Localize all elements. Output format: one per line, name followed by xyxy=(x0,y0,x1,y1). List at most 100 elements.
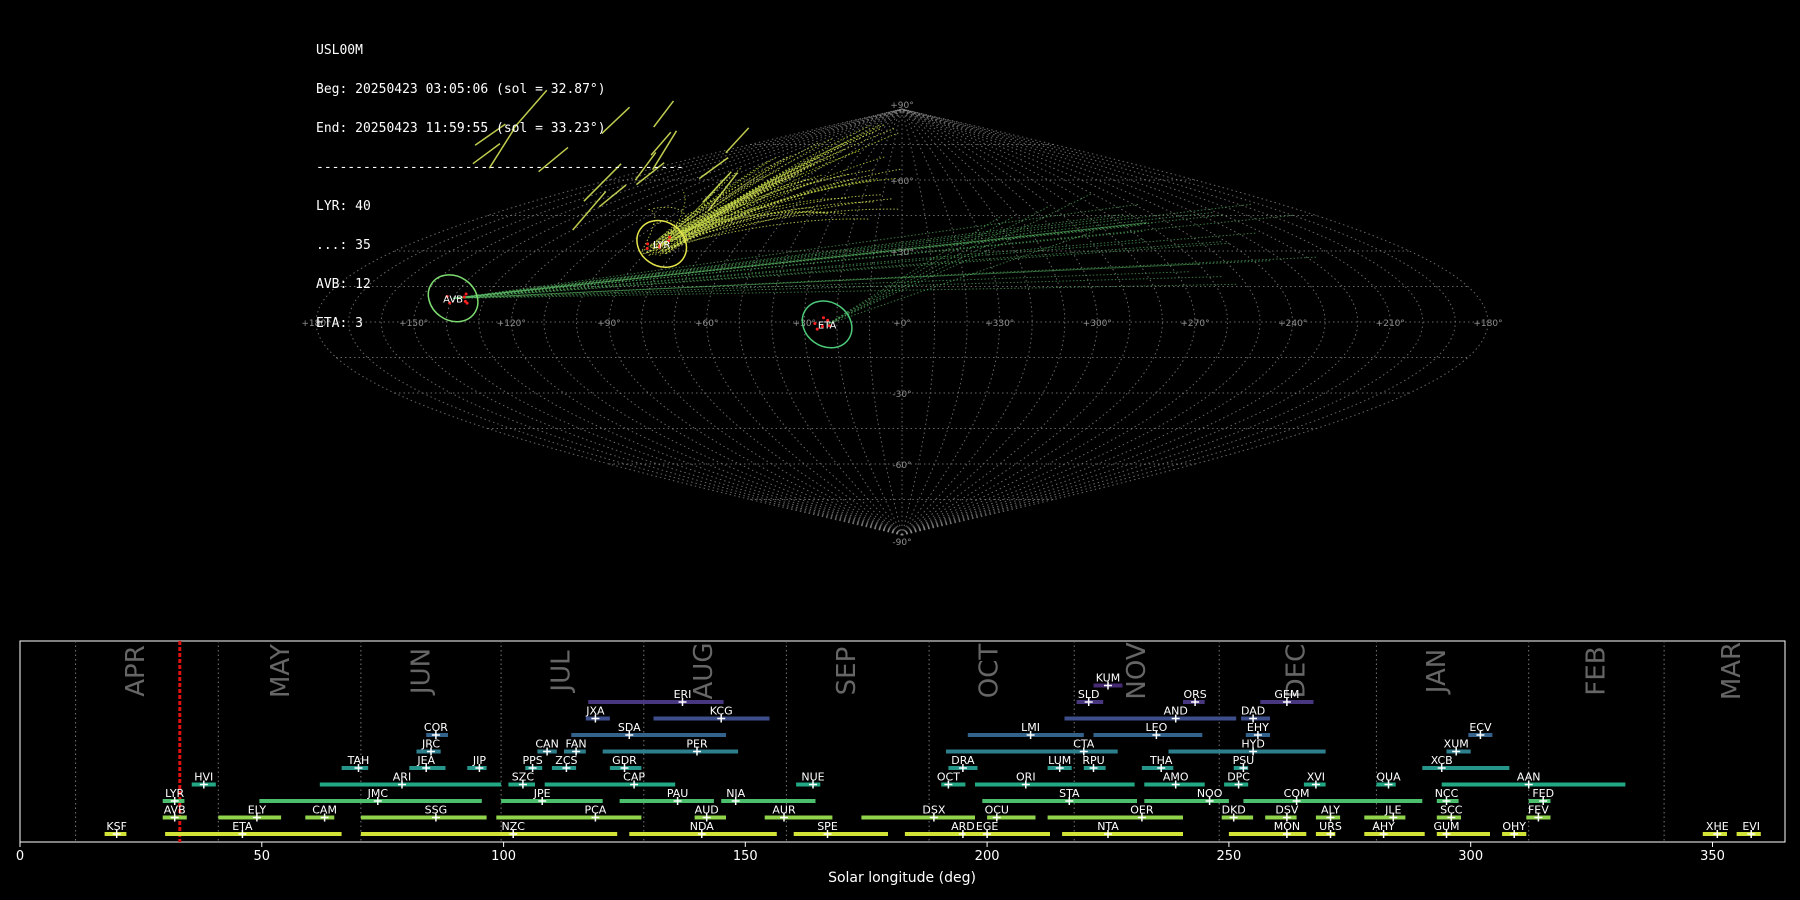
shower-kcg: KCG xyxy=(653,705,770,723)
shower-hyd: HYD xyxy=(1168,738,1326,756)
shower-lmi: LMI xyxy=(967,721,1084,739)
shower-label: DRA xyxy=(951,754,975,767)
shower-label: ETA xyxy=(232,820,253,833)
shower-label: URS xyxy=(1319,820,1342,833)
shower-label: NZC xyxy=(501,820,525,833)
shower-dsv: DSV xyxy=(1265,804,1299,822)
shower-ncc: NCC xyxy=(1435,787,1459,805)
x-axis: 0 50 100 150 200 250 300 350 xyxy=(16,842,1725,864)
shower-sda: SDA xyxy=(571,721,726,739)
x-tick-label: 300 xyxy=(1458,849,1483,864)
shower-label: OCU xyxy=(985,804,1009,817)
month-label: MAR xyxy=(1717,642,1747,700)
shower-pca: PCA xyxy=(496,804,642,822)
shower-hvi: HVI xyxy=(191,771,216,789)
shower-label: ELY xyxy=(248,804,267,817)
shower-kum: KUM xyxy=(1093,672,1123,690)
shower-pps: PPS xyxy=(522,754,543,772)
shower-evi: EVI xyxy=(1736,820,1761,838)
month-label: AUG xyxy=(689,643,719,700)
shower-xum: XUM xyxy=(1444,738,1471,756)
month-label: APR xyxy=(121,645,151,697)
shower-label: NCC xyxy=(1435,787,1459,800)
shower-avb: AVB xyxy=(162,804,187,822)
shower-jmc: JMC xyxy=(259,787,482,805)
shower-label: AHY xyxy=(1372,820,1395,833)
shower-szc: SZC xyxy=(508,771,535,789)
shower-aly: ALY xyxy=(1315,804,1340,822)
shower-xcb: XCB xyxy=(1422,754,1510,772)
shower-ely: ELY xyxy=(218,804,282,822)
shower-oer: OER xyxy=(1047,804,1183,822)
shower-label: TAH xyxy=(347,754,370,767)
shower-aud: AUD xyxy=(694,804,726,822)
shower-per: PER xyxy=(602,738,739,756)
month-label: SEP xyxy=(832,647,862,696)
shower-label: KSF xyxy=(106,820,127,833)
shower-scc: SCC xyxy=(1436,804,1463,822)
shower-label: ORI xyxy=(1016,771,1036,784)
shower-label: FEV xyxy=(1528,804,1549,817)
shower-label: JEA xyxy=(416,754,435,767)
shower-label: LMI xyxy=(1021,721,1040,734)
shower-label: OER xyxy=(1130,804,1154,817)
shower-cor: COR xyxy=(424,721,448,739)
shower-ksf: KSF xyxy=(104,820,127,838)
shower-dpc: DPC xyxy=(1224,771,1250,789)
shower-ari: ARI xyxy=(319,771,502,789)
shower-bars: KSF ETA NZC NDA SPE ARD EGE NTA MON URS AHY GUM OHY X… xyxy=(104,672,1761,838)
shower-label: LYR xyxy=(165,787,184,800)
shower-spe: SPE xyxy=(793,820,888,838)
shower-label: JLE xyxy=(1384,804,1401,817)
shower-label: NUE xyxy=(801,771,824,784)
shower-label: NDA xyxy=(690,820,715,833)
shower-jpe: JPE xyxy=(501,787,603,805)
shower-label: XUM xyxy=(1444,738,1469,751)
shower-label: SPE xyxy=(817,820,838,833)
shower-label: PAU xyxy=(667,787,689,800)
shower-label: COR xyxy=(424,721,448,734)
shower-nzc: NZC xyxy=(360,820,618,838)
shower-can: CAN xyxy=(535,738,559,756)
shower-label: CAP xyxy=(623,771,645,784)
x-tick-label: 250 xyxy=(1216,849,1241,864)
shower-label: SCC xyxy=(1440,804,1463,817)
shower-label: COM xyxy=(1284,787,1310,800)
shower-label: AND xyxy=(1164,705,1188,718)
shower-jle: JLE xyxy=(1364,804,1406,822)
shower-label: DSX xyxy=(922,804,945,817)
shower-label: FED xyxy=(1532,787,1554,800)
shower-tah: TAH xyxy=(341,754,370,772)
shower-label: XVI xyxy=(1307,771,1325,784)
shower-label: DSV xyxy=(1275,804,1298,817)
shower-lyr: LYR xyxy=(162,787,185,805)
shower-noo: NOO xyxy=(1144,787,1229,805)
shower-ard: ARD xyxy=(904,820,975,838)
shower-cam: CAM xyxy=(305,804,337,822)
shower-oct: OCT xyxy=(937,771,966,789)
shower-label: QUA xyxy=(1376,771,1401,784)
shower-amo: AMO xyxy=(1144,771,1205,789)
month-label: JUN xyxy=(406,648,436,696)
shower-label: JIP xyxy=(472,754,486,767)
shower-label: NIA xyxy=(726,787,745,800)
shower-label: SLD xyxy=(1078,688,1100,701)
shower-dad: DAD xyxy=(1241,705,1270,723)
month-label: FEB xyxy=(1581,646,1611,695)
shower-label: ZCS xyxy=(555,754,577,767)
x-tick-label: 0 xyxy=(16,849,24,864)
x-axis-label: Solar longitude (deg) xyxy=(828,870,976,886)
shower-cta: CTA xyxy=(946,738,1118,756)
month-label: NOV xyxy=(1122,642,1152,699)
shower-label: FAN xyxy=(566,738,587,751)
shower-label: KCG xyxy=(710,705,733,718)
shower-nda: NDA xyxy=(629,820,777,838)
shower-mon: MON xyxy=(1228,820,1307,838)
shower-ohy: OHY xyxy=(1502,820,1526,838)
shower-jip: JIP xyxy=(467,754,487,772)
shower-label: EGE xyxy=(976,820,998,833)
shower-aan: AAN xyxy=(1441,771,1626,789)
shower-label: DKD xyxy=(1222,804,1246,817)
shower-timeline: APR MAY JUN JUL AUG SEP OCT NOV DEC JAN FEB MAR KSF… xyxy=(16,640,1786,886)
shower-label: SZC xyxy=(512,771,535,784)
